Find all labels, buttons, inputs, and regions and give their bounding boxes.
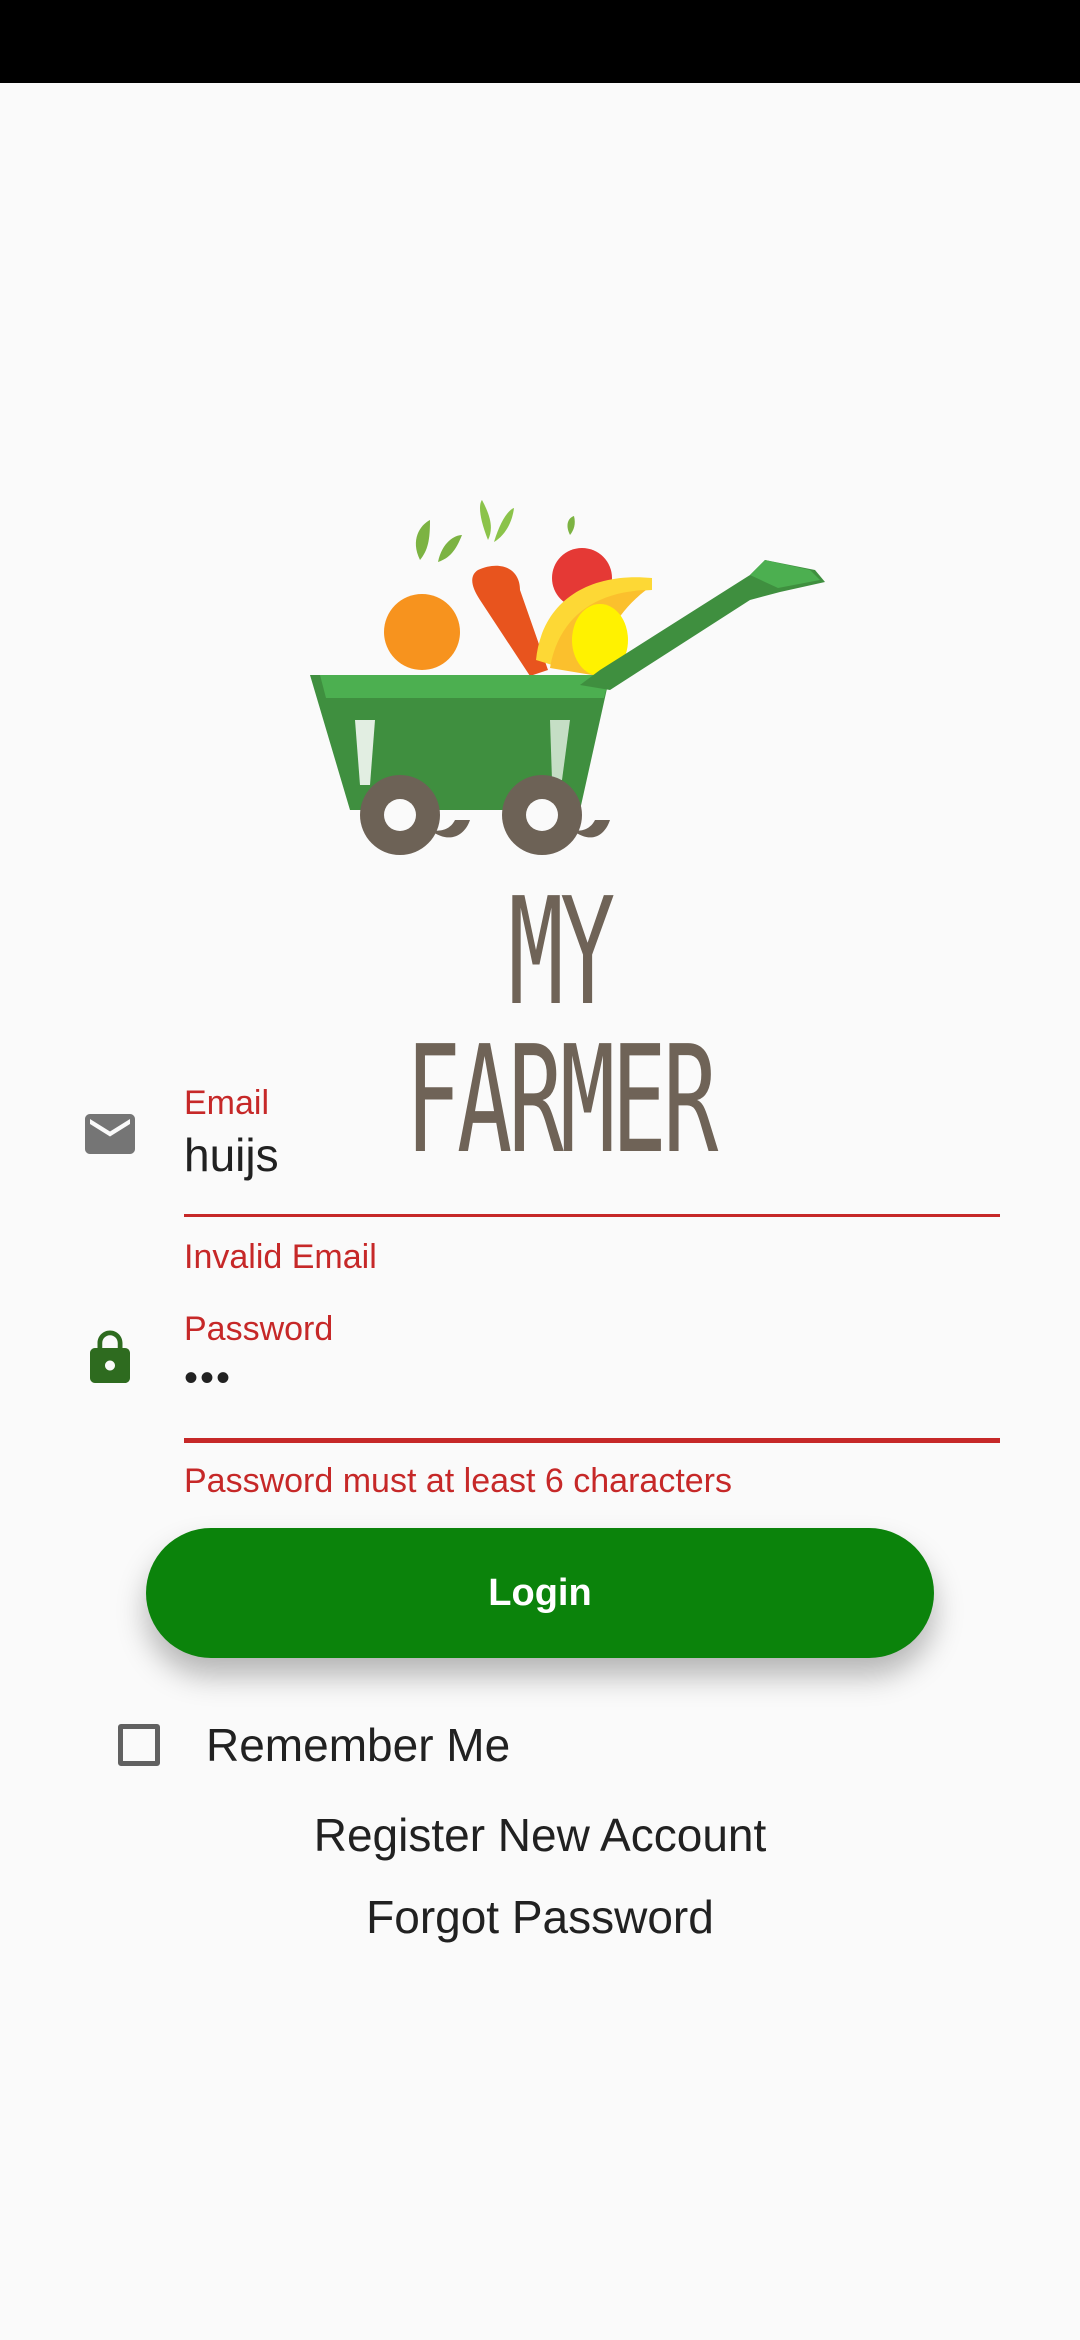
password-input[interactable]: ••• xyxy=(184,1356,232,1401)
password-label: Password xyxy=(184,1310,334,1348)
email-label: Email xyxy=(184,1084,270,1122)
remember-me-checkbox[interactable] xyxy=(118,1724,160,1766)
mail-icon xyxy=(80,1104,140,1164)
cart-logo-image xyxy=(310,500,825,855)
password-error: Password must at least 6 characters xyxy=(184,1462,733,1500)
login-button[interactable]: Login xyxy=(146,1528,934,1658)
email-input[interactable]: huijs xyxy=(184,1128,279,1182)
email-error: Invalid Email xyxy=(184,1238,377,1276)
email-field[interactable]: Email huijs Invalid Email xyxy=(184,1080,1000,1280)
forgot-password-link[interactable]: Forgot Password xyxy=(0,1890,1080,1944)
password-underline xyxy=(184,1438,1000,1443)
app-logo: MY FARMER xyxy=(280,480,840,1174)
lock-icon xyxy=(80,1328,140,1388)
status-bar xyxy=(0,0,1080,83)
login-button-label: Login xyxy=(488,1571,592,1614)
email-underline xyxy=(184,1214,1000,1217)
remember-me-label[interactable]: Remember Me xyxy=(206,1718,510,1772)
password-field[interactable]: Password ••• Password must at least 6 ch… xyxy=(184,1306,1000,1506)
login-screen: MY FARMER Email huijs Invalid Email Pass… xyxy=(0,0,1080,2340)
register-link[interactable]: Register New Account xyxy=(0,1808,1080,1862)
